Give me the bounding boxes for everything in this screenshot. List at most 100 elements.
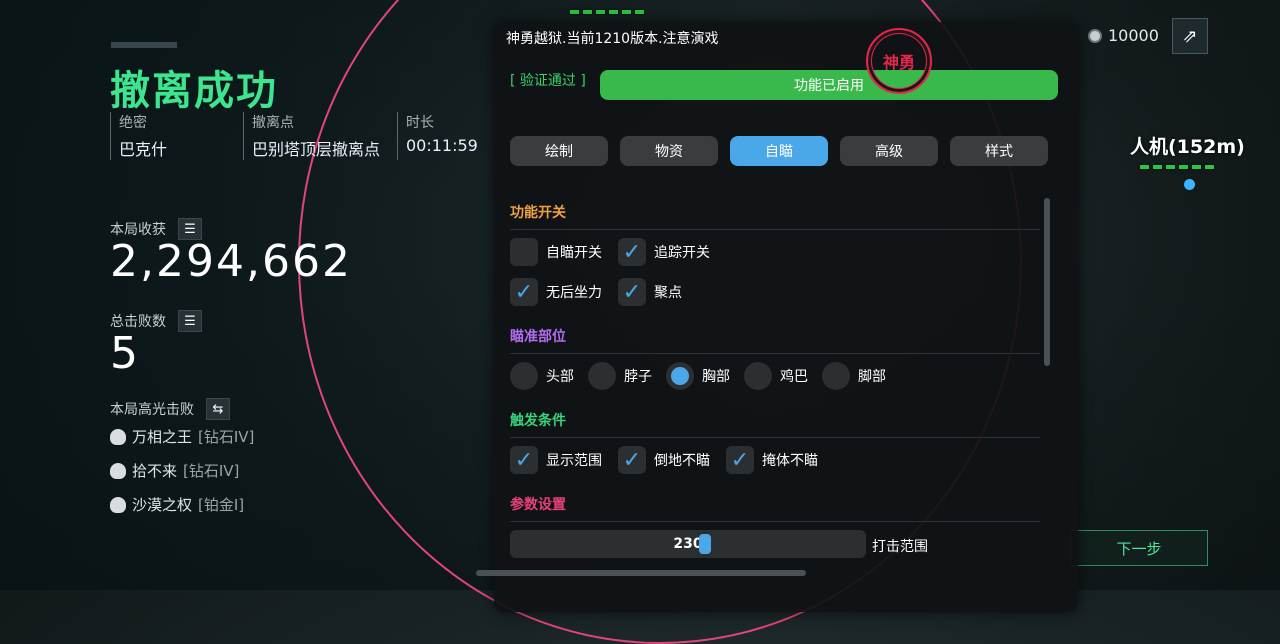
radio-feet[interactable]: 脚部 bbox=[822, 362, 886, 390]
enemy-marker: 人机(152m) bbox=[1130, 132, 1245, 194]
menu-title-text: 神勇越狱.当前1210版本.注意演戏 bbox=[506, 31, 719, 47]
radio-button[interactable] bbox=[588, 362, 616, 390]
option-label: 倒地不瞄 bbox=[654, 453, 710, 469]
info-key: 撤离点 bbox=[252, 115, 294, 131]
radio-head[interactable]: 头部 bbox=[510, 362, 574, 390]
kill-name: 万相之王 bbox=[132, 428, 193, 446]
enemy-dot-icon bbox=[1184, 179, 1195, 190]
kill-rank: [钻石IV] bbox=[183, 462, 240, 480]
mode-tag bbox=[111, 42, 177, 48]
page-title: 撤离成功 bbox=[110, 68, 278, 114]
option-skip-downed[interactable]: ✓ 倒地不瞄 bbox=[618, 446, 710, 474]
coin-value: 10000 bbox=[1108, 26, 1159, 45]
option-no-recoil[interactable]: ✓ 无后坐力 bbox=[510, 278, 602, 306]
range-slider[interactable]: 230 bbox=[510, 530, 866, 558]
option-label: 鸡巴 bbox=[780, 369, 808, 385]
option-label: 胸部 bbox=[702, 369, 730, 385]
kill-name: 拾不来 bbox=[132, 462, 178, 480]
checkbox-checked[interactable]: ✓ bbox=[618, 446, 646, 474]
skull-icon bbox=[110, 428, 126, 445]
radio-chest[interactable]: 胸部 bbox=[666, 362, 730, 390]
checkbox-checked[interactable]: ✓ bbox=[726, 446, 754, 474]
skull-icon bbox=[110, 462, 126, 479]
option-aimbot-toggle[interactable]: 自瞄开关 bbox=[510, 238, 602, 266]
skull-icon bbox=[110, 496, 126, 513]
tab-style[interactable]: 样式 bbox=[950, 136, 1048, 166]
earnings-value: 2,294,662 bbox=[110, 236, 352, 287]
divider bbox=[510, 229, 1040, 230]
info-key: 绝密 bbox=[119, 115, 147, 131]
radio-button-selected[interactable] bbox=[666, 362, 694, 390]
highlight-label: 本局高光击败 bbox=[110, 402, 194, 418]
section-aim-part: 瞄准部位 bbox=[510, 329, 566, 345]
highlight-label-row: 本局高光击败 ⇆ bbox=[110, 398, 230, 420]
menu-title: 神勇越狱.当前1210版本.注意演戏 bbox=[506, 28, 719, 48]
info-value: 00:11:59 bbox=[406, 136, 478, 155]
share-button[interactable]: ⇗ bbox=[1172, 18, 1208, 54]
enemy-hp-bar bbox=[1140, 165, 1245, 169]
checkbox-checked[interactable]: ✓ bbox=[618, 278, 646, 306]
option-label: 显示范围 bbox=[546, 453, 602, 469]
kill-rank: [钻石IV] bbox=[198, 428, 255, 446]
tab-draw[interactable]: 绘制 bbox=[510, 136, 608, 166]
checkbox-checked[interactable]: ✓ bbox=[510, 278, 538, 306]
cheat-menu-window: 神勇越狱.当前1210版本.注意演戏 [ 验证通过 ] 功能已启用 神勇 绘制 … bbox=[494, 22, 1078, 612]
option-label: 追踪开关 bbox=[654, 245, 710, 261]
coin-counter: 10000 bbox=[1088, 26, 1159, 45]
section-features: 功能开关 bbox=[510, 205, 566, 221]
kills-value: 5 bbox=[110, 328, 140, 379]
divider bbox=[510, 521, 1040, 522]
option-label: 头部 bbox=[546, 369, 574, 385]
option-focus[interactable]: ✓ 聚点 bbox=[618, 278, 682, 306]
option-tracking-toggle[interactable]: ✓ 追踪开关 bbox=[618, 238, 710, 266]
coin-icon bbox=[1088, 28, 1102, 43]
verify-status: [ 验证通过 ] bbox=[510, 73, 586, 89]
option-label: 脖子 bbox=[624, 369, 652, 385]
highlight-kill-item: 沙漠之权 [铂金I] bbox=[110, 494, 244, 515]
slider-label: 打击范围 bbox=[872, 539, 928, 555]
option-label: 无后坐力 bbox=[546, 285, 602, 301]
enemy-hp-bar-top bbox=[570, 10, 644, 14]
highlight-kill-item: 拾不来 [钻石IV] bbox=[110, 460, 239, 481]
info-value: 巴克什 bbox=[119, 140, 168, 159]
horizontal-scrollbar[interactable] bbox=[476, 570, 806, 576]
section-trigger: 触发条件 bbox=[510, 413, 566, 429]
slider-value: 230 bbox=[673, 536, 703, 552]
option-label: 掩体不瞄 bbox=[762, 453, 818, 469]
divider bbox=[510, 437, 1040, 438]
radio-button[interactable] bbox=[822, 362, 850, 390]
option-label: 脚部 bbox=[858, 369, 886, 385]
checkbox-checked[interactable]: ✓ bbox=[618, 238, 646, 266]
radio-neck[interactable]: 脖子 bbox=[588, 362, 652, 390]
option-label: 聚点 bbox=[654, 285, 682, 301]
option-skip-cover[interactable]: ✓ 掩体不瞄 bbox=[726, 446, 818, 474]
tab-advanced[interactable]: 高级 bbox=[840, 136, 938, 166]
divider bbox=[510, 353, 1040, 354]
slider-thumb[interactable] bbox=[699, 534, 711, 554]
tab-items[interactable]: 物资 bbox=[620, 136, 718, 166]
tab-aimbot[interactable]: 自瞄 bbox=[730, 136, 828, 166]
kill-name: 沙漠之权 bbox=[132, 496, 193, 514]
stamp-seal: 神勇 bbox=[866, 28, 932, 94]
radio-button[interactable] bbox=[510, 362, 538, 390]
share-icon: ⇗ bbox=[1182, 25, 1198, 47]
vertical-scrollbar[interactable] bbox=[1044, 198, 1050, 366]
info-value: 巴别塔顶层撤离点 bbox=[252, 140, 381, 159]
feature-enabled-button[interactable]: 功能已启用 bbox=[600, 70, 1058, 100]
enemy-label: 人机(152m) bbox=[1130, 136, 1245, 158]
radio-button[interactable] bbox=[744, 362, 772, 390]
list-icon[interactable]: ☰ bbox=[178, 310, 202, 332]
radio-crotch[interactable]: 鸡巴 bbox=[744, 362, 808, 390]
checkbox-checked[interactable]: ✓ bbox=[510, 446, 538, 474]
swap-icon[interactable]: ⇆ bbox=[206, 398, 230, 420]
info-duration: 时长 00:11:59 bbox=[397, 112, 478, 160]
checkbox[interactable] bbox=[510, 238, 538, 266]
kill-rank: [铂金I] bbox=[198, 496, 245, 514]
info-difficulty: 绝密 巴克什 bbox=[110, 112, 167, 160]
section-params: 参数设置 bbox=[510, 497, 566, 513]
option-label: 自瞄开关 bbox=[546, 245, 602, 261]
highlight-kill-item: 万相之王 [钻石IV] bbox=[110, 426, 254, 447]
info-key: 时长 bbox=[406, 115, 434, 131]
option-show-range[interactable]: ✓ 显示范围 bbox=[510, 446, 602, 474]
next-button[interactable]: 下一步 bbox=[1070, 530, 1208, 566]
